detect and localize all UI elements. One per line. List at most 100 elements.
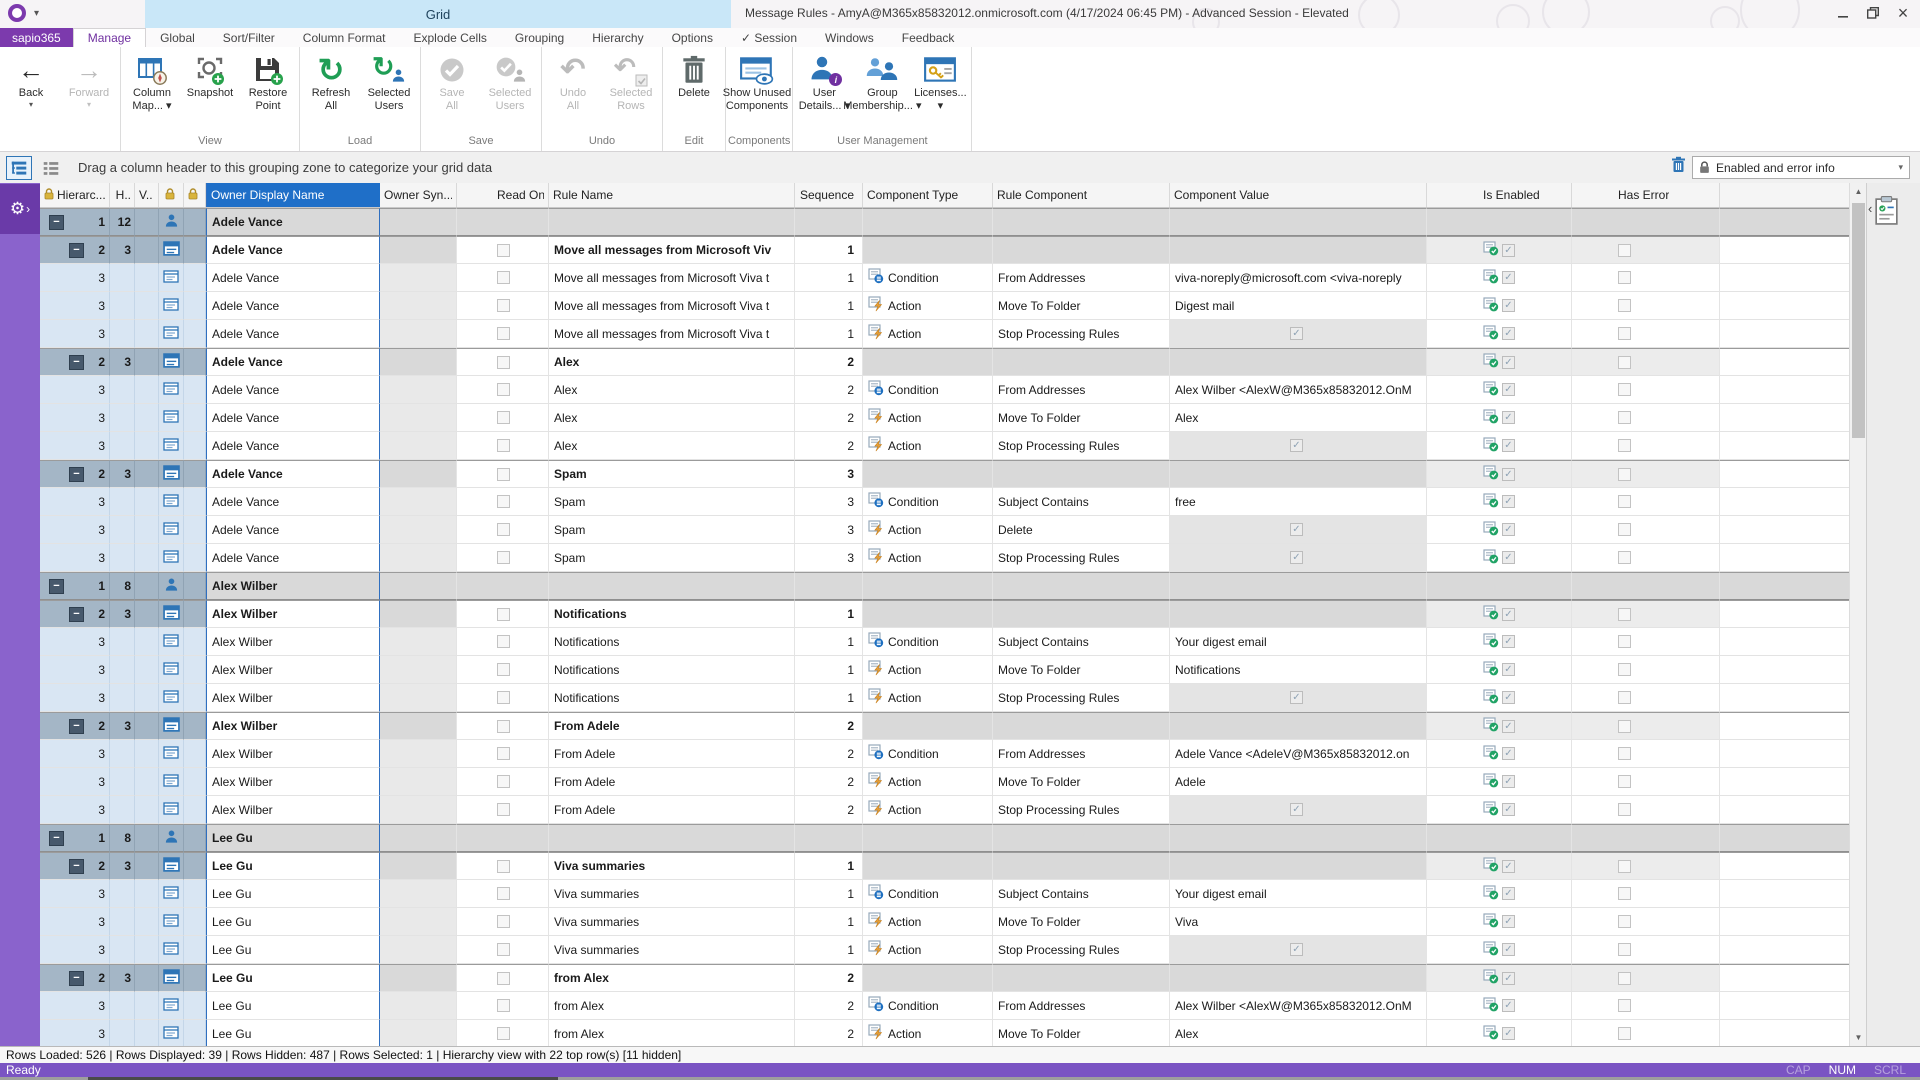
empty-checkbox[interactable] (497, 608, 510, 621)
empty-checkbox[interactable] (497, 383, 510, 396)
grid-row-level3[interactable]: 3Adele VanceSpam3ConditionSubject Contai… (40, 488, 1849, 516)
empty-checkbox[interactable] (1618, 691, 1631, 704)
empty-checkbox[interactable] (497, 327, 510, 340)
collapse-toggle[interactable]: − (69, 467, 84, 482)
contextual-tab-grid[interactable]: Grid (145, 0, 731, 30)
tab-options[interactable]: Options (658, 28, 727, 47)
checked-checkbox[interactable]: ✓ (1290, 523, 1303, 536)
collapse-toggle[interactable]: − (69, 243, 84, 258)
checked-checkbox[interactable]: ✓ (1502, 495, 1515, 508)
empty-checkbox[interactable] (497, 244, 510, 257)
jobs-panel-collapsed[interactable] (0, 183, 40, 1046)
empty-checkbox[interactable] (1618, 411, 1631, 424)
checked-checkbox[interactable]: ✓ (1502, 523, 1515, 536)
empty-checkbox[interactable] (497, 411, 510, 424)
column-map-button[interactable]: ColumnMap... ▾ (123, 49, 181, 113)
grid-row-level3[interactable]: 3Adele VanceSpam3ActionDelete✓✓ (40, 516, 1849, 544)
empty-checkbox[interactable] (1618, 356, 1631, 369)
empty-checkbox[interactable] (497, 468, 510, 481)
sapio365-logo-icon[interactable] (8, 4, 26, 22)
empty-checkbox[interactable] (497, 915, 510, 928)
empty-checkbox[interactable] (1618, 551, 1631, 564)
grid-row-level3[interactable]: 3Lee GuViva summaries1ActionStop Process… (40, 936, 1849, 964)
tab-feedback[interactable]: Feedback (888, 28, 969, 47)
empty-checkbox[interactable] (497, 860, 510, 873)
checked-checkbox[interactable]: ✓ (1502, 468, 1515, 481)
empty-checkbox[interactable] (1618, 663, 1631, 676)
checked-checkbox[interactable]: ✓ (1502, 383, 1515, 396)
column-header-component-type[interactable]: Component Type (863, 183, 993, 207)
empty-checkbox[interactable] (497, 551, 510, 564)
view-filter-dropdown[interactable]: Enabled and error info ▾ (1692, 156, 1910, 179)
refresh-selected-users-button[interactable]: ↻SelectedUsers (360, 49, 418, 113)
empty-checkbox[interactable] (497, 299, 510, 312)
collapse-toggle[interactable]: − (69, 607, 84, 622)
empty-checkbox[interactable] (1618, 523, 1631, 536)
column-header-h-[interactable]: H.. (110, 183, 135, 207)
checked-checkbox[interactable]: ✓ (1502, 439, 1515, 452)
refresh-all-button[interactable]: ↻RefreshAll (302, 49, 360, 113)
empty-checkbox[interactable] (1618, 803, 1631, 816)
collapse-toggle[interactable]: − (49, 215, 64, 230)
column-header-read-only[interactable]: Read Only (457, 183, 549, 207)
empty-checkbox[interactable] (497, 775, 510, 788)
quick-access-caret-icon[interactable]: ▾ (34, 8, 39, 19)
collapse-toggle[interactable]: − (49, 579, 64, 594)
grid-row-level2[interactable]: −23Alex WilberFrom Adele2✓ (40, 712, 1849, 740)
checked-checkbox[interactable]: ✓ (1502, 608, 1515, 621)
empty-checkbox[interactable] (1618, 495, 1631, 508)
grid-row-level3[interactable]: 3Alex WilberNotifications1ActionMove To … (40, 656, 1849, 684)
empty-checkbox[interactable] (1618, 327, 1631, 340)
checked-checkbox[interactable]: ✓ (1290, 327, 1303, 340)
empty-checkbox[interactable] (1618, 775, 1631, 788)
empty-checkbox[interactable] (497, 999, 510, 1012)
empty-checkbox[interactable] (497, 691, 510, 704)
empty-checkbox[interactable] (1618, 468, 1631, 481)
empty-checkbox[interactable] (1618, 271, 1631, 284)
close-button[interactable]: × (1888, 0, 1918, 26)
checked-checkbox[interactable]: ✓ (1502, 972, 1515, 985)
empty-checkbox[interactable] (1618, 747, 1631, 760)
scrollbar-thumb[interactable] (1852, 203, 1865, 438)
empty-checkbox[interactable] (1618, 999, 1631, 1012)
grid-row-level1[interactable]: −18Lee Gu (40, 824, 1849, 852)
vertical-scrollbar[interactable]: ▲ ▼ (1849, 183, 1866, 1046)
grid-row-level2[interactable]: −23Lee GuViva summaries1✓ (40, 852, 1849, 880)
collapse-toggle[interactable]: − (69, 719, 84, 734)
column-header-rule-name[interactable]: Rule Name (549, 183, 795, 207)
tab-sort-filter[interactable]: Sort/Filter (209, 28, 289, 47)
empty-checkbox[interactable] (1618, 608, 1631, 621)
checked-checkbox[interactable]: ✓ (1502, 551, 1515, 564)
checked-checkbox[interactable]: ✓ (1502, 299, 1515, 312)
tab-sapio365[interactable]: sapio365 (0, 28, 73, 47)
collapse-toggle[interactable]: − (49, 831, 64, 846)
column-header-is-enabled[interactable]: Is Enabled (1427, 183, 1572, 207)
snapshot-button[interactable]: Snapshot (181, 49, 239, 100)
checked-checkbox[interactable]: ✓ (1502, 803, 1515, 816)
column-header-sequence[interactable]: Sequence (795, 183, 863, 207)
checked-checkbox[interactable]: ✓ (1502, 244, 1515, 257)
tab-grouping[interactable]: Grouping (501, 28, 578, 47)
collapse-toggle[interactable]: − (69, 859, 84, 874)
empty-checkbox[interactable] (497, 803, 510, 816)
grid-row-level3[interactable]: 3Lee Gufrom Alex2ConditionFrom Addresses… (40, 992, 1849, 1020)
column-header-v-[interactable]: V.. (135, 183, 159, 207)
empty-checkbox[interactable] (497, 943, 510, 956)
tab--session[interactable]: ✓ Session (727, 28, 811, 47)
grid-row-level3[interactable]: 3Alex WilberFrom Adele2ActionMove To Fol… (40, 768, 1849, 796)
checked-checkbox[interactable]: ✓ (1502, 635, 1515, 648)
flat-view-toggle-icon[interactable] (38, 156, 64, 180)
grid-row-level3[interactable]: 3Adele VanceAlex2ConditionFrom Addresses… (40, 376, 1849, 404)
tab-column-format[interactable]: Column Format (289, 28, 400, 47)
empty-checkbox[interactable] (497, 495, 510, 508)
tab-global[interactable]: Global (146, 28, 209, 47)
empty-checkbox[interactable] (1618, 915, 1631, 928)
column-header-lock[interactable] (159, 183, 184, 207)
background-jobs-icon[interactable]: ⚙ › (0, 184, 40, 234)
restore-point-button[interactable]: RestorePoint (239, 49, 297, 113)
grid-row-level2[interactable]: −23Alex WilberNotifications1✓ (40, 600, 1849, 628)
grid-row-level3[interactable]: 3Alex WilberFrom Adele2ConditionFrom Add… (40, 740, 1849, 768)
column-header-component-value[interactable]: Component Value (1170, 183, 1427, 207)
checked-checkbox[interactable]: ✓ (1502, 663, 1515, 676)
grid-row-level3[interactable]: 3Adele VanceAlex2ActionStop Processing R… (40, 432, 1849, 460)
